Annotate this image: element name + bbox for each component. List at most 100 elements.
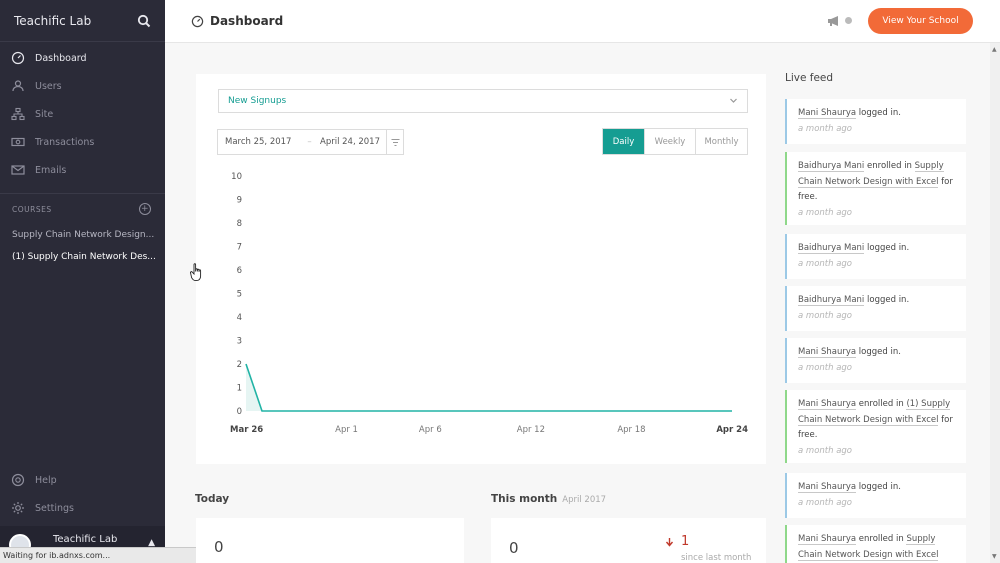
- feed-user-link[interactable]: Baidhurya Mani: [798, 161, 865, 172]
- sidebar-item-label: Help: [35, 474, 57, 486]
- feed-item-text: Mani Shaurya enrolled in (1) Supply Chai…: [798, 397, 956, 444]
- signups-line-chart: 0 1 2 3 4 5 6 7 8 9 10 Mar 26 Apr 1 Apr 6 Apr 12 Apr 18…: [230, 172, 748, 435]
- scrollbar[interactable]: [990, 43, 1000, 563]
- feed-item: Baidhurya Mani enrolled in Supply Chain …: [785, 152, 966, 225]
- feed-user-link[interactable]: Baidhurya Mani: [798, 243, 865, 254]
- y-tick-label: 7: [237, 243, 242, 253]
- search-icon[interactable]: [137, 14, 151, 28]
- range-monthly-button[interactable]: Monthly: [695, 129, 747, 154]
- feed-user-link[interactable]: Mani Shaurya: [798, 482, 857, 493]
- scroll-down-arrow[interactable]: ▼: [992, 553, 997, 560]
- y-tick-label: 2: [237, 360, 242, 370]
- feed-item: Mani Shaurya enrolled in (1) Supply Chai…: [785, 390, 966, 463]
- today-title: Today: [195, 493, 230, 505]
- feed-action: enrolled in: [856, 399, 907, 409]
- month-title-label: This month: [491, 493, 558, 505]
- feed-timestamp: a month ago: [798, 123, 853, 134]
- sidebar-bottom-nav: Help Settings: [0, 466, 165, 522]
- date-from[interactable]: March 25, 2017: [225, 137, 299, 147]
- y-tick-label: 0: [237, 407, 242, 417]
- arrow-down-icon: [665, 538, 674, 547]
- feed-action: enrolled in: [864, 161, 915, 171]
- feed-item-text: Baidhurya Mani enrolled in Supply Chain …: [798, 159, 956, 206]
- gear-icon: [12, 502, 24, 514]
- view-school-button[interactable]: View Your School: [868, 8, 973, 34]
- metric-select-value: New Signups: [228, 96, 287, 106]
- sidebar-item-emails[interactable]: Emails: [0, 156, 165, 184]
- feed-item-text: Mani Shaurya enrolled in Supply Chain Ne…: [798, 532, 956, 563]
- today-card: [196, 518, 464, 563]
- feed-timestamp: a month ago: [798, 362, 853, 373]
- feed-action: logged in.: [856, 347, 901, 357]
- courses-heading: COURSES +: [0, 194, 165, 224]
- sidebar: Teachific Lab Dashboard Users Site Trans…: [0, 0, 165, 563]
- metric-select[interactable]: New Signups: [218, 89, 748, 113]
- sidebar-item-label: Users: [35, 80, 62, 92]
- school-name[interactable]: Teachific Lab: [14, 14, 91, 28]
- x-tick-label: Apr 1: [335, 425, 358, 435]
- feed-action: logged in.: [864, 243, 910, 253]
- sidebar-item-users[interactable]: Users: [0, 72, 165, 100]
- feed-timestamp: a month ago: [798, 258, 853, 269]
- range-daily-button[interactable]: Daily: [603, 129, 644, 154]
- megaphone-icon[interactable]: [827, 15, 841, 27]
- feed-user-link[interactable]: Mani Shaurya: [798, 108, 857, 119]
- sidebar-item-site[interactable]: Site: [0, 100, 165, 128]
- feed-item-text: Baidhurya Mani logged in.: [798, 241, 956, 257]
- sidebar-item-transactions[interactable]: Transactions: [0, 128, 165, 156]
- add-course-icon[interactable]: +: [139, 203, 151, 215]
- feed-item: Mani Shaurya enrolled in Supply Chain Ne…: [785, 525, 966, 563]
- month-delta: 1: [681, 534, 690, 549]
- feed-item-text: Baidhurya Mani logged in.: [798, 293, 956, 309]
- month-value: 0: [509, 539, 519, 557]
- sidebar-course-item[interactable]: Supply Chain Network Design...: [0, 224, 160, 246]
- feed-item: Baidhurya Mani logged in. a month ago: [785, 234, 966, 279]
- feed-item: Mani Shaurya logged in. a month ago: [785, 99, 966, 144]
- help-icon: [11, 473, 25, 487]
- feed-item-text: Mani Shaurya logged in.: [798, 345, 956, 361]
- filter-icon[interactable]: [386, 130, 403, 154]
- sidebar-course-item[interactable]: (1) Supply Chain Network Des...: [0, 246, 160, 268]
- series-line: [245, 363, 732, 412]
- sidebar-header: Teachific Lab: [0, 0, 165, 42]
- feed-timestamp: a month ago: [798, 497, 853, 508]
- y-tick-label: 3: [237, 337, 242, 347]
- range-toggle: Daily Weekly Monthly: [602, 128, 748, 155]
- account-name: Teachific Lab: [53, 534, 118, 545]
- month-title: This month April 2017: [491, 493, 606, 505]
- sidebar-item-dashboard[interactable]: Dashboard: [0, 44, 165, 72]
- date-range-picker[interactable]: March 25, 2017 – April 24, 2017: [217, 129, 404, 155]
- feed-item: Mani Shaurya logged in. a month ago: [785, 473, 966, 518]
- feed-item-text: Mani Shaurya logged in.: [798, 480, 956, 496]
- feed-timestamp: a month ago: [798, 310, 853, 321]
- y-tick-label: 10: [231, 172, 242, 182]
- feed-item: Mani Shaurya logged in. a month ago: [785, 338, 966, 383]
- sidebar-item-help[interactable]: Help: [0, 466, 165, 494]
- series-area: [246, 364, 732, 411]
- x-tick-label: Apr 6: [419, 425, 442, 435]
- sidebar-item-label: Emails: [35, 164, 67, 176]
- feed-user-link[interactable]: Baidhurya Mani: [798, 295, 865, 306]
- feed-user-link[interactable]: Mani Shaurya: [798, 534, 857, 545]
- x-tick-label: Apr 24: [716, 425, 748, 435]
- date-to[interactable]: April 24, 2017: [320, 137, 388, 147]
- sidebar-item-settings[interactable]: Settings: [0, 494, 165, 522]
- top-bar: Dashboard View Your School: [165, 0, 1000, 43]
- feed-item-text: Mani Shaurya logged in.: [798, 106, 956, 122]
- feed-user-link[interactable]: Mani Shaurya: [798, 347, 857, 358]
- feed-action: enrolled in: [856, 534, 907, 544]
- sidebar-nav: Dashboard Users Site Transactions Emails: [0, 42, 165, 184]
- feed-action: logged in.: [856, 108, 901, 118]
- page-title: Dashboard: [210, 14, 284, 28]
- gauge-icon: [11, 51, 25, 65]
- live-feed-title: Live feed: [785, 72, 834, 84]
- feed-action: logged in.: [856, 482, 901, 492]
- feed-user-link[interactable]: Mani Shaurya: [798, 399, 857, 410]
- chevron-down-icon: [730, 98, 737, 103]
- feed-item: Baidhurya Mani logged in. a month ago: [785, 286, 966, 331]
- today-value: 0: [214, 538, 224, 556]
- scroll-up-arrow[interactable]: ▲: [992, 46, 997, 53]
- y-tick-label: 9: [237, 196, 242, 206]
- sidebar-item-label: Dashboard: [35, 52, 87, 64]
- range-weekly-button[interactable]: Weekly: [644, 129, 695, 154]
